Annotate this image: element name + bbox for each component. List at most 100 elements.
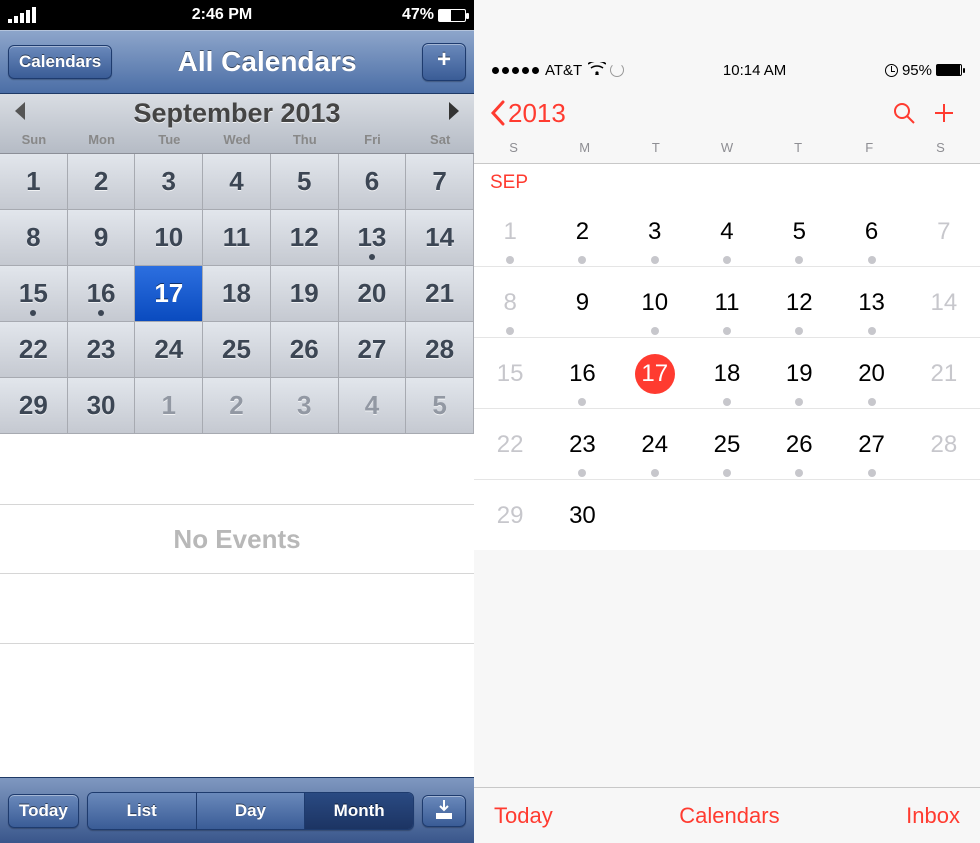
day-cell[interactable]: 26	[271, 322, 339, 378]
day-cell[interactable]: 6	[835, 212, 907, 252]
day-cell[interactable]: 7	[908, 212, 980, 252]
day-cell[interactable]: 7	[406, 154, 474, 210]
list-view-button[interactable]: List	[88, 793, 197, 829]
search-button[interactable]	[884, 101, 924, 125]
day-cell[interactable]: 12	[271, 210, 339, 266]
day-cell[interactable]: 1	[0, 154, 68, 210]
day-cell[interactable]: 29	[474, 496, 546, 536]
day-cell[interactable]: 9	[546, 283, 618, 323]
today-button[interactable]: Today	[494, 803, 553, 829]
day-cell[interactable]: 4	[203, 154, 271, 210]
event-dot	[868, 327, 876, 335]
calendars-button[interactable]: Calendars	[679, 803, 779, 829]
day-view-button[interactable]: Day	[197, 793, 306, 829]
day-cell[interactable]: 5	[763, 212, 835, 252]
battery-percent: 95%	[902, 62, 932, 79]
day-cell[interactable]: 28	[406, 322, 474, 378]
day-cell[interactable]: 13	[835, 283, 907, 323]
back-year-button[interactable]: 2013	[490, 98, 566, 129]
day-cell[interactable]: 20	[835, 354, 907, 394]
day-cell[interactable]: 2	[203, 378, 271, 434]
calendars-back-button[interactable]: Calendars	[8, 45, 112, 79]
carrier-label: AT&T	[545, 62, 582, 79]
day-cell[interactable]: 10	[619, 283, 691, 323]
day-cell[interactable]: 2	[68, 154, 136, 210]
day-cell[interactable]: 30	[546, 496, 618, 536]
day-cell[interactable]: 28	[908, 425, 980, 465]
event-dot	[369, 254, 375, 260]
week-row: 1516 17 18192021	[474, 338, 980, 409]
day-cell[interactable]: 19	[271, 266, 339, 322]
day-cell[interactable]: 5	[406, 378, 474, 434]
day-cell[interactable]: 3	[619, 212, 691, 252]
bottom-toolbar: Today Calendars Inbox	[474, 787, 980, 843]
week-row: 1234567	[474, 196, 980, 267]
day-cell[interactable]: 25	[203, 322, 271, 378]
day-cell[interactable]: 17	[135, 266, 203, 322]
day-cell[interactable]: 1	[135, 378, 203, 434]
day-cell[interactable]: 15	[0, 266, 68, 322]
day-cell[interactable]: 19	[763, 354, 835, 394]
day-cell[interactable]: 16	[546, 354, 618, 394]
day-cell	[763, 496, 835, 536]
weekday-label: S	[905, 140, 976, 155]
next-month-button[interactable]	[440, 100, 468, 127]
day-cell[interactable]: 14	[406, 210, 474, 266]
day-number: 1	[490, 212, 530, 252]
inbox-button[interactable]: Inbox	[906, 803, 960, 829]
day-cell[interactable]: 24	[135, 322, 203, 378]
day-cell[interactable]: 23	[546, 425, 618, 465]
day-cell[interactable]: 29	[0, 378, 68, 434]
event-dot	[795, 256, 803, 264]
day-cell[interactable]: 3	[135, 154, 203, 210]
day-cell[interactable]: 8	[474, 283, 546, 323]
day-cell[interactable]: 26	[763, 425, 835, 465]
day-cell[interactable]: 20	[339, 266, 407, 322]
day-cell[interactable]: 9	[68, 210, 136, 266]
ios7-calendar-screen: AT&T 10:14 AM 95% 2013	[474, 0, 980, 843]
day-cell[interactable]: 13	[339, 210, 407, 266]
day-cell[interactable]: 2	[546, 212, 618, 252]
status-bar: 2:46 PM 47%	[0, 0, 474, 30]
day-cell[interactable]: 18	[203, 266, 271, 322]
day-cell[interactable]: 24	[619, 425, 691, 465]
day-cell[interactable]: 4	[691, 212, 763, 252]
day-cell[interactable]: 6	[339, 154, 407, 210]
day-cell[interactable]: 22	[0, 322, 68, 378]
day-cell[interactable]: 22	[474, 425, 546, 465]
day-cell[interactable]: 4	[339, 378, 407, 434]
day-cell[interactable]: 12	[763, 283, 835, 323]
day-cell[interactable]: 16	[68, 266, 136, 322]
weekday-label: S	[478, 140, 549, 155]
day-cell[interactable]: 5	[271, 154, 339, 210]
day-cell[interactable]: 3	[271, 378, 339, 434]
day-cell[interactable]: 23	[68, 322, 136, 378]
day-cell[interactable]: 14	[908, 283, 980, 323]
import-button[interactable]	[422, 795, 466, 827]
day-cell[interactable]: 8	[0, 210, 68, 266]
day-cell[interactable]: 1	[474, 212, 546, 252]
day-cell[interactable]: 27	[835, 425, 907, 465]
month-view-button[interactable]: Month	[305, 793, 413, 829]
day-cell[interactable]: 11	[203, 210, 271, 266]
add-event-button[interactable]: +	[422, 43, 466, 81]
day-cell[interactable]: 21	[406, 266, 474, 322]
day-cell[interactable]: 25	[691, 425, 763, 465]
day-cell[interactable]: 30	[68, 378, 136, 434]
day-cell[interactable]: 27	[339, 322, 407, 378]
month-header: September 2013 SunMonTueWedThuFriSat	[0, 94, 474, 154]
today-button[interactable]: Today	[8, 794, 79, 828]
add-event-button[interactable]	[924, 101, 964, 125]
battery-percent: 47%	[402, 6, 434, 24]
event-dot	[651, 469, 659, 477]
day-cell[interactable]: 17	[619, 354, 691, 394]
day-cell[interactable]: 21	[908, 354, 980, 394]
event-dot	[578, 398, 586, 406]
day-cell[interactable]: 11	[691, 283, 763, 323]
day-number: 17	[635, 354, 675, 394]
day-cell[interactable]: 15	[474, 354, 546, 394]
day-cell[interactable]: 18	[691, 354, 763, 394]
status-time: 2:46 PM	[42, 6, 402, 24]
day-cell[interactable]: 10	[135, 210, 203, 266]
prev-month-button[interactable]	[6, 100, 34, 127]
